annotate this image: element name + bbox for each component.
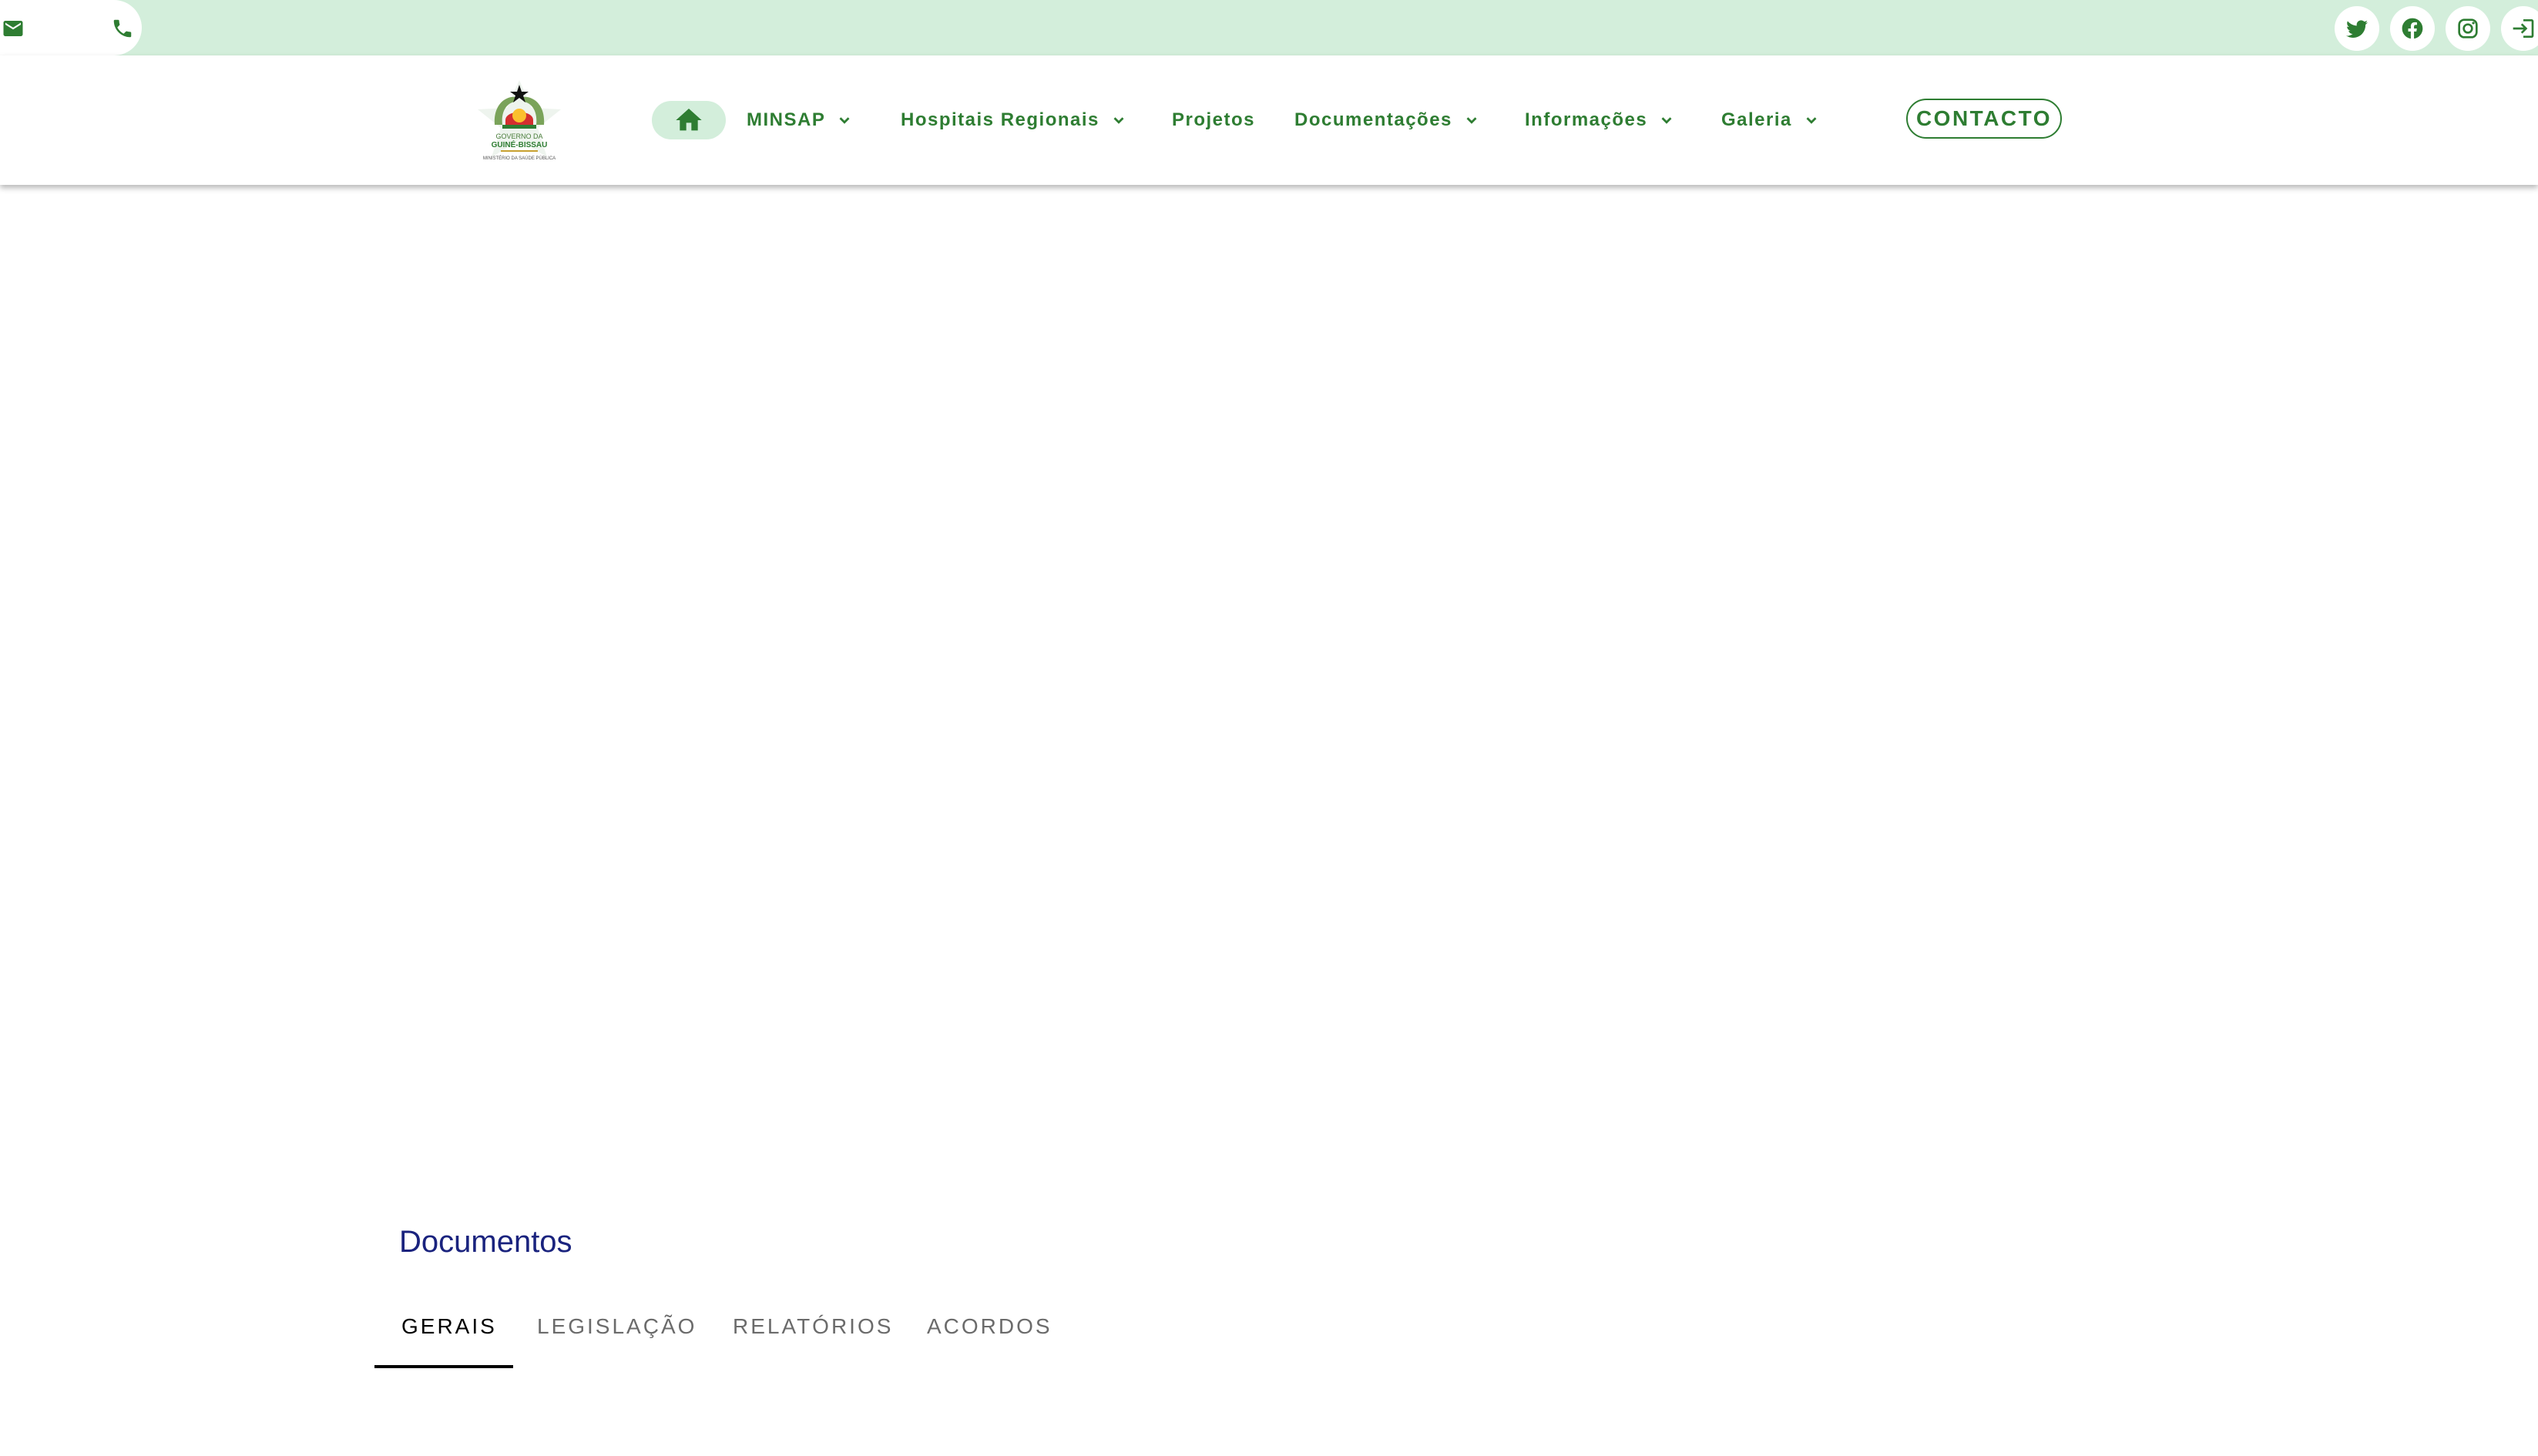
nav-item-hospitais-regionais[interactable]: Hospitais Regionais	[901, 103, 1127, 137]
nav-item-label: Galeria	[1721, 109, 1792, 130]
facebook-button[interactable]	[2390, 6, 2435, 51]
chevron-down-icon	[839, 117, 850, 124]
top-bar	[0, 0, 2538, 55]
nav-item-informacoes[interactable]: Informações	[1525, 103, 1675, 137]
main-navbar: GOVERNO DA GUINÉ-BISSAU MINISTÉRIO DA SA…	[0, 55, 2538, 185]
nav-item-label: MINSAP	[747, 109, 826, 130]
chevron-down-icon	[1806, 117, 1817, 124]
logo-line3: MINISTÉRIO DA SAÚDE PÚBLICA	[483, 156, 556, 161]
mail-icon[interactable]	[2, 17, 25, 40]
phone-icon[interactable]	[111, 17, 134, 40]
home-icon	[676, 109, 702, 131]
instagram-button[interactable]	[2446, 6, 2490, 51]
nav-item-minsap[interactable]: MINSAP	[747, 103, 853, 137]
nav-item-label: Informações	[1525, 109, 1648, 130]
logo-line2: GUINÉ-BISSAU	[492, 139, 548, 149]
twitter-button[interactable]	[2335, 6, 2379, 51]
tab-gerais[interactable]: GERAIS	[401, 1314, 497, 1339]
facebook-icon	[2402, 18, 2423, 39]
chevron-down-icon	[1466, 117, 1477, 124]
login-button[interactable]	[2501, 6, 2538, 51]
chevron-down-icon	[1113, 117, 1124, 124]
nav-item-projetos[interactable]: Projetos	[1172, 103, 1255, 137]
tab-relatorios[interactable]: RELATÓRIOS	[733, 1314, 893, 1339]
chevron-down-icon	[1661, 117, 1672, 124]
government-logo[interactable]: GOVERNO DA GUINÉ-BISSAU MINISTÉRIO DA SA…	[472, 75, 567, 166]
nav-item-label: Projetos	[1172, 109, 1256, 130]
home-button[interactable]	[652, 101, 726, 139]
active-tab-indicator	[374, 1365, 513, 1368]
login-icon	[2513, 19, 2534, 38]
documents-title: Documentos	[399, 1225, 572, 1259]
instagram-icon	[2458, 18, 2478, 39]
contact-button[interactable]: CONTACTO	[1906, 99, 2062, 139]
nav-item-label: Documentações	[1294, 109, 1452, 130]
nav-item-documentacoes[interactable]: Documentações	[1294, 103, 1480, 137]
tab-acordos[interactable]: ACORDOS	[927, 1314, 1052, 1339]
nav-item-galeria[interactable]: Galeria	[1721, 103, 1820, 137]
contact-info-pill	[0, 0, 142, 55]
logo-line1: GOVERNO DA	[495, 133, 542, 140]
nav-item-label: Hospitais Regionais	[901, 109, 1099, 130]
tab-legislacao[interactable]: LEGISLAÇÃO	[537, 1314, 697, 1339]
twitter-icon	[2346, 20, 2368, 38]
